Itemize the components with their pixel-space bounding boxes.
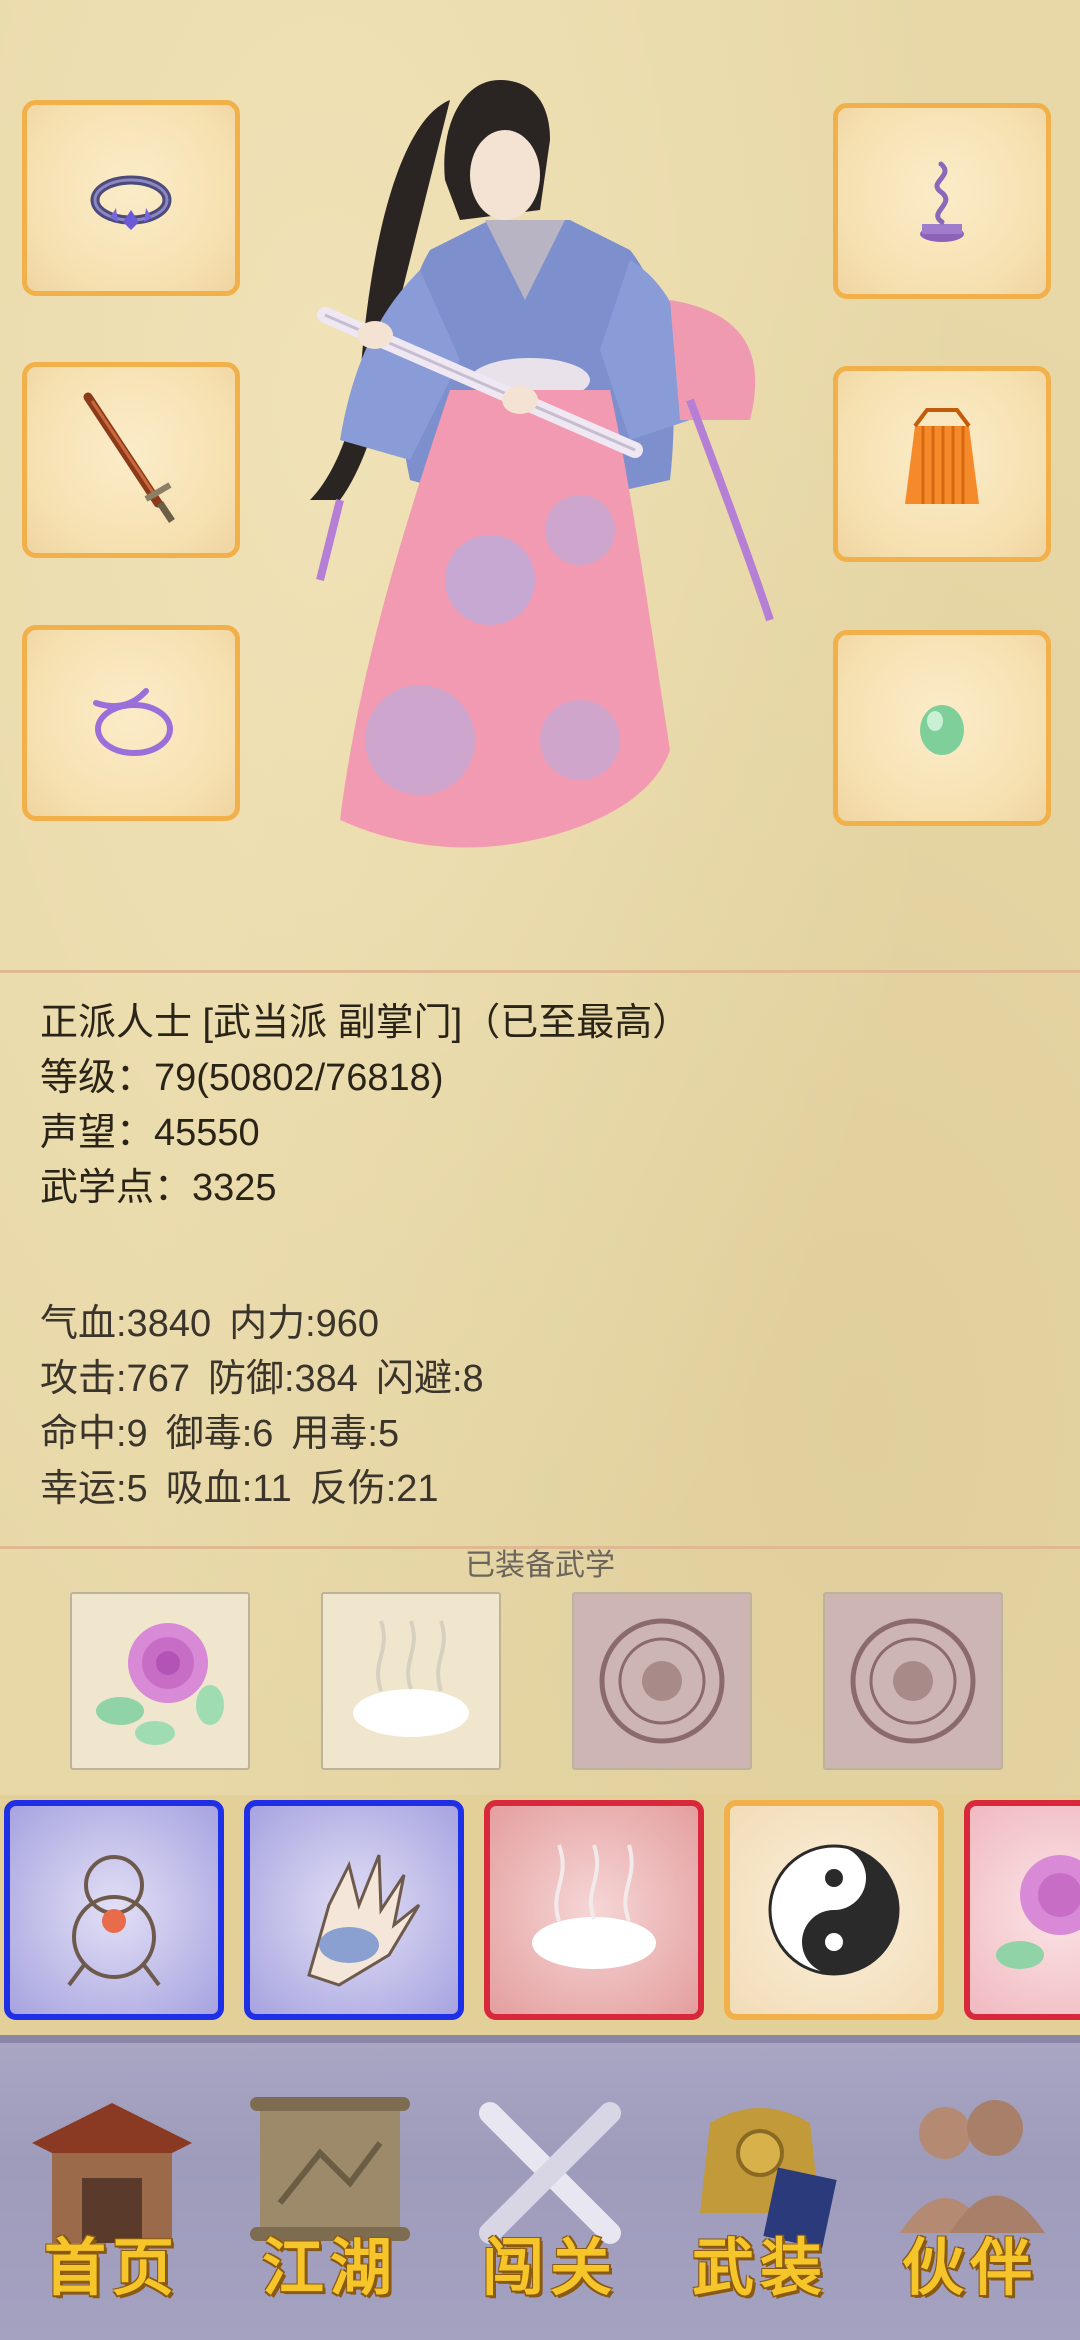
nav-jianghu[interactable]: 江湖	[230, 2063, 430, 2333]
stat-hp: 气血:3840	[40, 1303, 212, 1345]
nav-equip-label: 武装	[691, 2231, 828, 2304]
character-info: 正派人士 [武当派 副掌门]（已至最高） 等级：79(50802/76818) …	[40, 996, 690, 1216]
nav-home-label: 首页	[43, 2231, 180, 2304]
equip-slot-armor[interactable]	[833, 366, 1051, 562]
taiji-icon	[768, 1844, 900, 1976]
mist-icon	[353, 1620, 469, 1737]
robe-icon	[905, 408, 979, 504]
palm-icon	[307, 1854, 421, 1987]
prestige-line: 声望：45550	[40, 1112, 260, 1154]
stat-dodge: 闪避:8	[375, 1358, 484, 1400]
jade-icon	[920, 705, 964, 755]
nav-home[interactable]: 首页	[12, 2063, 212, 2333]
stats-panel: 气血:3840 内力:960 攻击:767 防御:384 闪避:8 命中:9 御毒:6 用…	[40, 1297, 502, 1517]
bracelet-icon	[93, 688, 173, 756]
stat-mp: 内力:960	[229, 1303, 380, 1345]
stat-hit: 命中:9	[40, 1413, 148, 1455]
equipped-skill-empty-2[interactable]	[823, 1592, 1003, 1770]
rose-icon	[996, 1855, 1080, 1969]
martial-skill-rose[interactable]	[964, 1800, 1080, 2020]
nav-equip[interactable]: 武装	[660, 2063, 860, 2333]
stat-defense: 防御:384	[207, 1358, 358, 1400]
gourd-icon	[67, 1855, 161, 1987]
seal-icon	[599, 1618, 725, 1744]
martial-skill-palm[interactable]	[244, 1800, 464, 2020]
rose-icon	[96, 1623, 224, 1745]
stat-luck: 幸运:5	[40, 1468, 148, 1510]
equip-slot-ring[interactable]	[22, 625, 240, 821]
stat-reflect: 反伤:21	[309, 1468, 439, 1510]
equipped-skills-label: 已装备武学	[465, 1549, 615, 1582]
stat-attack: 攻击:767	[40, 1358, 190, 1400]
equipped-skill-rose[interactable]	[70, 1592, 250, 1770]
faction-line: 正派人士 [武当派 副掌门]（已至最高）	[40, 1002, 691, 1044]
ring-icon	[90, 175, 172, 230]
stat-poison-use: 用毒:5	[291, 1413, 400, 1455]
nav-challenge[interactable]: 闯关	[450, 2063, 650, 2333]
bottom-nav: 首页 江湖 闯关 武装 伙伴	[0, 2035, 1080, 2340]
stat-lifesteal: 吸血:11	[165, 1468, 292, 1510]
equip-slot-accessory[interactable]	[833, 103, 1051, 299]
mist-icon	[532, 1844, 656, 1969]
character-portrait	[310, 80, 774, 848]
martial-points-line: 武学点：3325	[40, 1167, 277, 1209]
incense-icon	[920, 161, 964, 242]
equip-slot-jade[interactable]	[833, 630, 1051, 826]
equipped-skill-empty-1[interactable]	[572, 1592, 752, 1770]
equip-slot-headband[interactable]	[22, 100, 240, 296]
nav-partner-label: 伙伴	[901, 2231, 1038, 2304]
martial-skill-mist[interactable]	[484, 1800, 704, 2020]
nav-partner[interactable]: 伙伴	[870, 2063, 1070, 2333]
nav-challenge-label: 闯关	[481, 2231, 618, 2304]
nav-jianghu-label: 江湖	[261, 2231, 398, 2304]
equipped-skill-mist[interactable]	[321, 1592, 501, 1770]
level-line: 等级：79(50802/76818)	[40, 1057, 444, 1099]
stat-poison-resist: 御毒:6	[165, 1413, 274, 1455]
martial-skill-gourd[interactable]	[4, 1800, 224, 2020]
martial-skill-taiji[interactable]	[724, 1800, 944, 2020]
section-divider	[0, 970, 1080, 973]
sword-icon	[83, 392, 175, 523]
equip-slot-weapon[interactable]	[22, 362, 240, 558]
seal-icon	[850, 1618, 976, 1744]
